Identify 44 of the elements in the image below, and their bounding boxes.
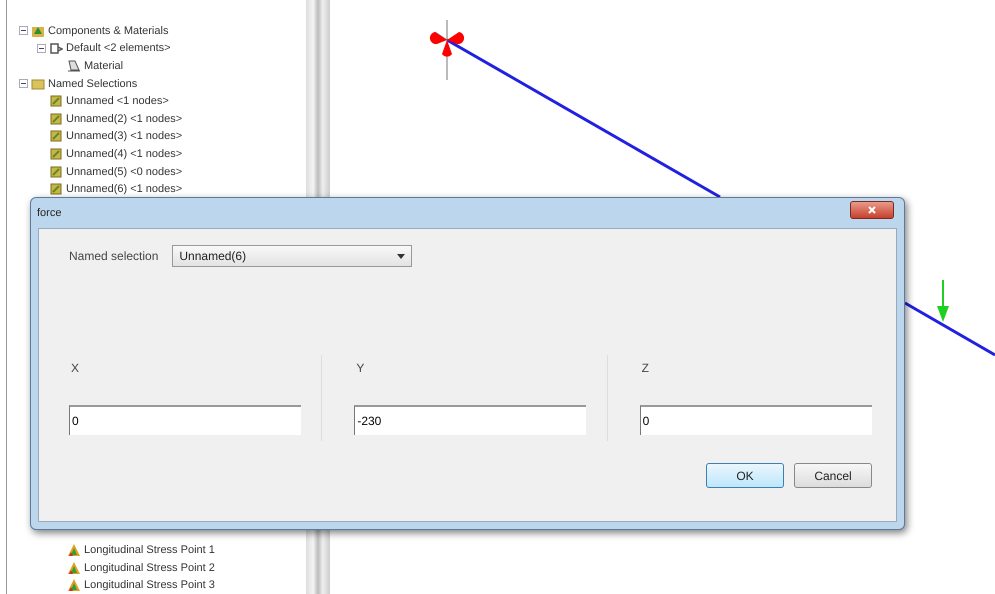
axis-label: X <box>70 361 80 375</box>
part-icon <box>49 41 63 56</box>
support-icon <box>430 20 464 80</box>
tree-item[interactable]: Unnamed <1 nodes> <box>66 95 169 108</box>
selection-icon <box>49 112 63 126</box>
force-input-field[interactable]: 0 <box>640 405 872 435</box>
axis-label: Z <box>640 361 650 375</box>
tree-item[interactable]: Material <box>84 60 124 72</box>
triangle-icon <box>67 543 81 558</box>
tree-item[interactable]: Longitudinal Stress Point 2 <box>84 562 215 574</box>
tree-item[interactable]: Unnamed(2) <1 nodes> <box>66 112 182 125</box>
tree-item[interactable]: Unnamed(5) <0 nodes> <box>66 166 182 178</box>
selection-icon <box>49 129 63 144</box>
named-selection-dropdown[interactable]: Unnamed(6) <box>172 245 412 267</box>
tree-item[interactable]: Unnamed(6) <1 nodes> <box>66 183 182 196</box>
folder-icon <box>31 76 45 91</box>
sheet-icon <box>67 58 81 73</box>
tree-item[interactable]: Unnamed(3) <1 nodes> <box>66 130 182 142</box>
force-input-field[interactable]: 0 <box>69 405 301 435</box>
tree-item[interactable]: Named Selections <box>48 78 138 90</box>
close-icon <box>867 205 877 215</box>
tree-item[interactable]: Unnamed(4) <1 nodes> <box>66 148 182 160</box>
tree-item[interactable]: Longitudinal Stress Point 3 <box>84 579 215 592</box>
dialog-button[interactable]: Cancel <box>794 463 872 488</box>
triangle-icon <box>67 560 81 575</box>
close-button[interactable] <box>850 201 894 219</box>
dialog-button[interactable]: OK <box>706 463 784 488</box>
expander-icon[interactable] <box>19 79 28 88</box>
tree-item[interactable]: Default <2 elements> <box>66 42 171 54</box>
axis-label: Y <box>355 361 366 375</box>
selection-icon <box>49 164 63 179</box>
selection-icon <box>49 94 63 108</box>
arrow-icon <box>937 280 949 322</box>
selection-icon <box>49 146 63 161</box>
tree-item[interactable]: Components & Materials <box>48 24 168 37</box>
caret-icon <box>397 254 406 258</box>
triangle-icon <box>67 578 81 592</box>
expander-icon[interactable] <box>37 44 46 53</box>
expander-icon[interactable] <box>19 26 28 36</box>
dialog-title: force <box>37 207 62 219</box>
force-input-field[interactable]: -230 <box>354 405 586 435</box>
named-selection-label: Named selection <box>69 249 158 263</box>
selection-icon <box>49 182 63 196</box>
tree-item[interactable]: Longitudinal Stress Point 1 <box>84 544 215 556</box>
